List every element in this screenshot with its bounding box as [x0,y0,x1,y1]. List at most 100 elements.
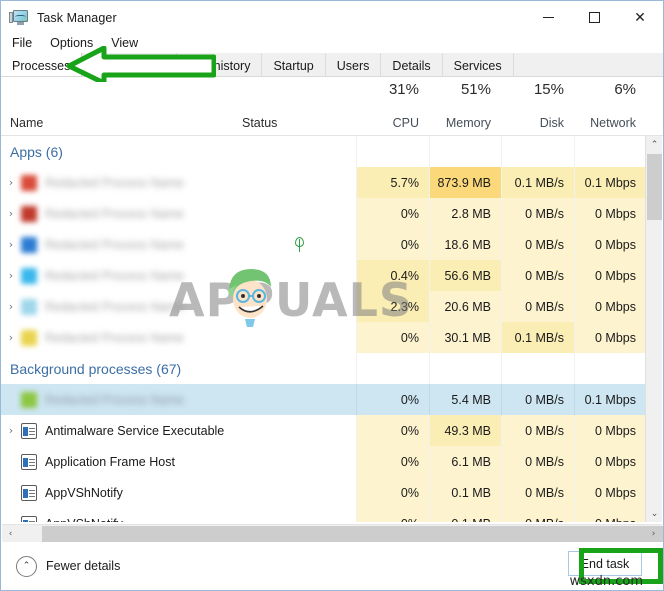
fewer-details-button[interactable]: ⌃ Fewer details [16,555,121,577]
cell-network: 0 Mbps [575,415,646,446]
process-icon [21,453,37,470]
scroll-up-icon[interactable]: ⌃ [646,136,663,153]
tab-startup[interactable]: Startup [262,53,326,76]
table-row[interactable]: › Redacted Process Name 0% 18.6 MB 0 MB/s 0 M… [1,229,646,260]
column-header-disk[interactable]: Disk [502,116,574,130]
tab-performance[interactable]: Performance [82,53,177,76]
process-table[interactable]: Apps (6) › Redacted Process Name 5.7% 873.9 … [1,136,663,522]
close-icon: ✕ [634,9,646,26]
group-header[interactable]: Background processes (67) [1,353,646,384]
process-icon [21,484,37,501]
utorrent-icon [21,391,37,408]
tab-bar: Processes Performance App history Startu… [1,53,663,77]
tab-app-history[interactable]: App history [176,53,263,76]
cell-status [242,260,356,291]
column-header-name[interactable]: Name [10,116,43,130]
cell-network: 0 Mbps [575,508,646,522]
cell-status [242,229,356,260]
cell-status [242,167,356,198]
vertical-scrollbar[interactable]: ⌃ ⌄ [645,136,662,522]
chrome-icon [21,174,37,191]
table-row[interactable]: › AppVShNotify 0%0.1 MB0 MB/s0 Mbps [1,477,646,508]
task-manager-icon [9,9,29,27]
menu-item-options[interactable]: Options [41,34,102,52]
horizontal-scrollbar[interactable]: ‹ › [2,524,663,543]
explorer-icon [21,329,37,346]
cell-memory: 18.6 MB [430,229,501,260]
minimize-button[interactable] [525,1,571,34]
tab-services[interactable]: Services [442,53,514,76]
process-name: Redacted Process Name [45,206,184,221]
cell-disk: 0 MB/s [502,260,574,291]
cell-network: 0 Mbps [575,446,646,477]
group-header[interactable]: Apps (6) [1,136,646,167]
table-row[interactable]: › Redacted Process Name 0.4% 56.6 MB 0 MB/s 0… [1,260,646,291]
table-row[interactable]: › Redacted Process Name 0% 30.1 MB 0.1 MB/s 0… [1,322,646,353]
column-header-network[interactable]: Network [575,116,646,130]
cell-status [242,384,356,415]
cell-cpu: 2.3% [357,291,429,322]
cell-cpu: 5.7% [357,167,429,198]
end-task-button[interactable]: End task [568,551,642,576]
table-row[interactable]: › Redacted Process Name 0% 2.8 MB 0 MB/s 0 Mb… [1,198,646,229]
expand-chevron-icon[interactable]: › [1,424,21,437]
skype-icon [21,267,37,284]
cell-network: 0.1 Mbps [575,167,646,198]
row-indent: › [1,517,21,522]
scroll-right-icon[interactable]: › [645,525,662,543]
process-name: AppVShNotify [45,485,123,500]
expand-chevron-icon[interactable]: › [1,300,21,313]
process-name: Antimalware Service Executable [45,423,225,438]
window-controls: ✕ [525,1,663,34]
table-row[interactable]: › Redacted Process Name 2.3% 20.6 MB 0 MB/s 0… [1,291,646,322]
tab-users[interactable]: Users [325,53,382,76]
table-row[interactable]: › Application Frame Host 0%6.1 MB0 MB/s0 M… [1,446,646,477]
fewer-details-label: Fewer details [46,559,121,573]
table-row[interactable]: › Redacted Process Name 0%5.4 MB0 MB/s0.1 … [1,384,646,415]
vertical-scroll-thumb[interactable] [647,154,662,220]
column-header-cpu[interactable]: CPU [357,116,429,130]
task-manager-icon [21,298,37,315]
menu-item-view[interactable]: View [102,34,147,52]
expand-chevron-icon[interactable]: › [1,207,21,220]
cell-memory: 6.1 MB [430,446,501,477]
cell-disk: 0 MB/s [502,446,574,477]
expand-chevron-icon[interactable]: › [1,269,21,282]
process-name: Redacted Process Name [45,392,184,407]
cell-cpu: 0% [357,198,429,229]
process-name: AppVShNotify [45,517,123,523]
column-header-status[interactable]: Status [242,116,277,130]
table-row[interactable]: › AppVShNotify 0%0.1 MB0 MB/s0 Mbps [1,508,646,522]
cell-status [242,322,356,353]
table-row[interactable]: › Antimalware Service Executable 0% 49.3 MB… [1,415,646,446]
cell-memory: 5.4 MB [430,384,501,415]
horizontal-scroll-thumb[interactable] [42,526,663,542]
expand-chevron-icon[interactable]: › [1,238,21,251]
column-header-memory[interactable]: Memory [430,116,501,130]
cell-network: 0 Mbps [575,291,646,322]
cell-cpu: 0% [357,322,429,353]
cell-status [242,291,356,322]
scroll-down-icon[interactable]: ⌄ [646,505,663,522]
tab-processes[interactable]: Processes [1,53,83,76]
cell-network: 0 Mbps [575,322,646,353]
column-headers: ⌃ Name Status 31% CPU 51% Memory 15% Dis… [1,77,663,212]
scroll-left-icon[interactable]: ‹ [2,525,19,543]
cell-memory: 30.1 MB [430,322,501,353]
leaf-icon [293,237,306,252]
row-indent: › [1,486,21,499]
cell-disk: 0.1 MB/s [502,167,574,198]
process-name: Redacted Process Name [45,330,184,345]
process-icon [21,422,37,439]
cell-disk: 0 MB/s [502,477,574,508]
cell-memory: 56.6 MB [430,260,501,291]
table-row[interactable]: › Redacted Process Name 5.7% 873.9 MB 0.1 MB… [1,167,646,198]
maximize-button[interactable] [571,1,617,34]
menu-item-file[interactable]: File [3,34,41,52]
cell-memory: 20.6 MB [430,291,501,322]
cell-disk: 0 MB/s [502,198,574,229]
expand-chevron-icon[interactable]: › [1,176,21,189]
close-button[interactable]: ✕ [617,1,663,34]
tab-details[interactable]: Details [381,53,443,76]
expand-chevron-icon[interactable]: › [1,331,21,344]
